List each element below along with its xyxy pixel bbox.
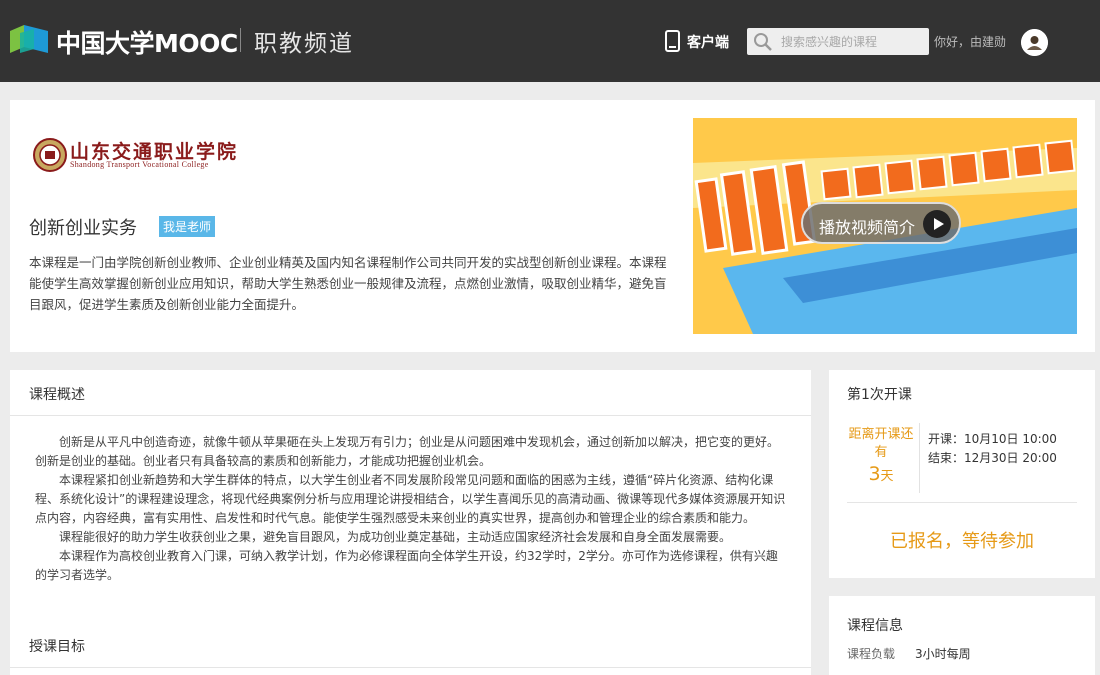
client-download-link[interactable]: 客户端 xyxy=(687,32,729,52)
phone-icon[interactable] xyxy=(665,30,680,52)
countdown-unit: 天 xyxy=(880,469,894,484)
school-name-en: Shandong Transport Vocational College xyxy=(70,160,209,169)
search-icon[interactable] xyxy=(753,32,773,52)
school-emblem-icon xyxy=(33,138,67,172)
site-logo-text[interactable]: 中国大学MOOC xyxy=(56,24,238,60)
session-end-time: 结束：12月30日 20:00 xyxy=(928,451,1057,465)
play-intro-button[interactable]: 播放视频简介 xyxy=(801,202,961,244)
overview-heading: 课程概述 xyxy=(29,387,85,403)
course-load-label: 课程负载 xyxy=(847,647,896,661)
divider xyxy=(10,415,811,416)
course-description: 本课程是一门由学院创新创业教师、企业创业精英及国内知名课程制作公司共同开发的实战… xyxy=(29,255,667,312)
session-card: 第1次开课 距离开课还有 3天 开课：10月10日 10:00 结束：12月30… xyxy=(829,370,1095,578)
overview-paragraph: 本课程作为高校创业教育入门课，可纳入教学计划，作为必修课程面向全体学生开设，约3… xyxy=(35,549,778,582)
overview-body: 创新是从平凡中创造奇迹，就像牛顿从苹果砸在头上发现万有引力；创业是从问题困难中发… xyxy=(35,433,787,585)
info-heading: 课程信息 xyxy=(847,618,903,634)
overview-paragraph: 课程能很好的助力学生收获创业之果，避免盲目跟风，为成功创业奠定基础，主动适应国家… xyxy=(59,530,732,544)
course-title: 创新创业实务 xyxy=(29,218,137,239)
user-greeting[interactable]: 你好，由建勋 xyxy=(934,33,1006,50)
search-input[interactable] xyxy=(781,28,927,55)
channel-title[interactable]: 职教频道 xyxy=(254,24,354,58)
logo-divider xyxy=(240,28,241,52)
play-icon xyxy=(923,210,951,238)
avatar[interactable] xyxy=(1021,29,1048,56)
play-intro-label: 播放视频简介 xyxy=(819,218,916,237)
countdown-value: 3天 xyxy=(847,463,915,485)
divider xyxy=(10,667,811,668)
overview-paragraph: 创新是从平凡中创造奇迹，就像牛顿从苹果砸在头上发现万有引力；创业是从问题困难中发… xyxy=(35,435,780,468)
intro-video-banner[interactable]: 播放视频简介 xyxy=(693,118,1077,334)
course-header-card: 山东交通职业学院 Shandong Transport Vocational C… xyxy=(10,100,1095,352)
search-box[interactable] xyxy=(747,28,929,55)
course-overview-card: 课程概述 创新是从平凡中创造奇迹，就像牛顿从苹果砸在头上发现万有引力；创业是从问… xyxy=(10,370,811,675)
top-navbar: 中国大学MOOC 职教频道 客户端 你好，由建勋 xyxy=(0,0,1100,82)
user-avatar-icon xyxy=(1021,29,1048,56)
goal-heading: 授课目标 xyxy=(29,639,85,655)
countdown-days: 3 xyxy=(868,463,881,485)
course-load-value: 3小时每周 xyxy=(915,647,971,661)
overview-paragraph: 本课程紧扣创业新趋势和大学生群体的特点，以大学生创业者不同发展阶段常见问题和面临… xyxy=(35,473,786,525)
mooc-logo-icon[interactable] xyxy=(10,25,48,55)
session-start-time: 开课：10月10日 10:00 xyxy=(928,432,1057,446)
teacher-badge[interactable]: 我是老师 xyxy=(159,216,216,237)
divider xyxy=(847,502,1077,503)
session-heading: 第1次开课 xyxy=(847,387,912,403)
divider xyxy=(919,423,920,493)
course-info-card: 课程信息 课程负载 3小时每周 xyxy=(829,596,1095,675)
countdown-label: 距离开课还有 xyxy=(848,427,914,460)
enroll-status: 已报名，等待参加 xyxy=(890,531,1034,552)
